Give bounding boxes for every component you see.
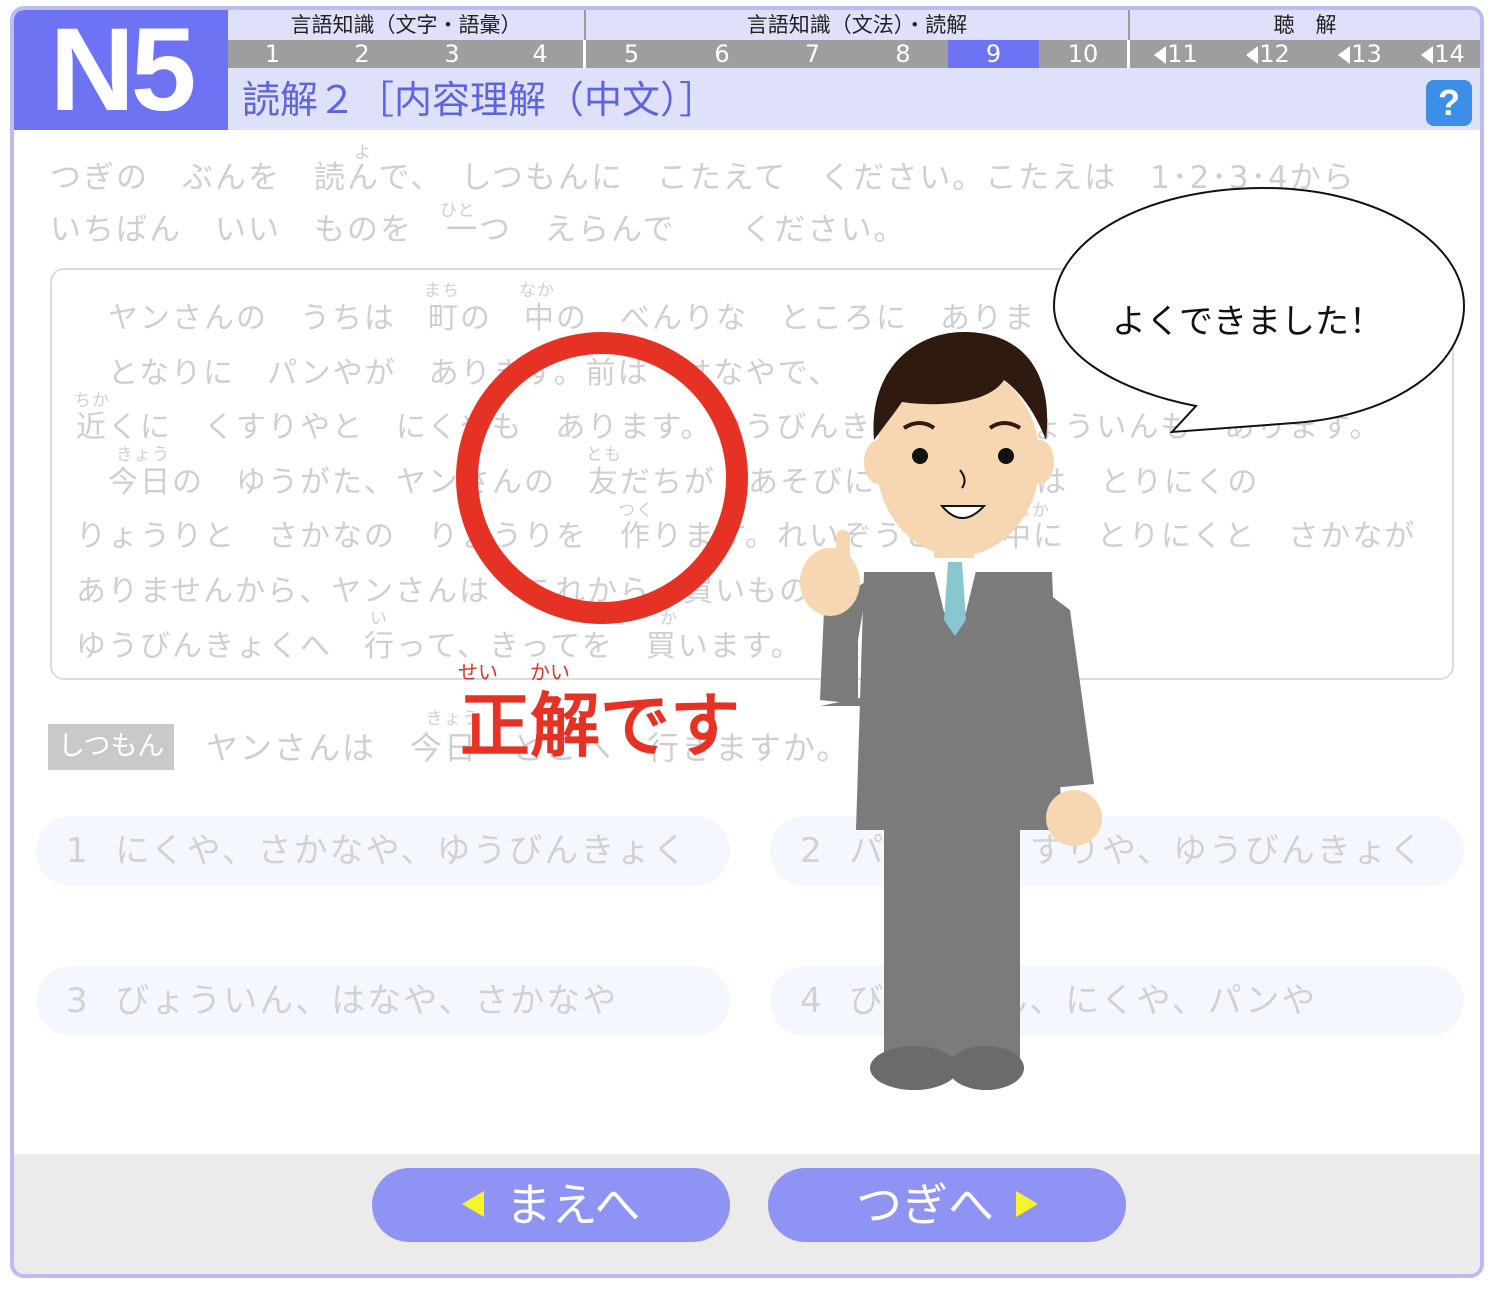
speaker-icon: [1246, 46, 1259, 64]
ruby-kai: かい: [530, 660, 570, 684]
section-tab-4[interactable]: 4: [497, 40, 586, 68]
section-tab-13-label: 13: [1351, 40, 1382, 68]
option-number: 3: [66, 981, 90, 1021]
prev-button[interactable]: まえへ: [372, 1168, 730, 1242]
correct-circle-icon: [456, 332, 748, 624]
arrow-right-icon: [1016, 1191, 1038, 1217]
option-text: にくや、さかなや、ゆうびんきょく: [115, 831, 689, 871]
speaker-icon: [1338, 46, 1351, 64]
option-number: 1: [66, 831, 90, 871]
next-button[interactable]: つぎへ: [768, 1168, 1126, 1242]
section-tab-10[interactable]: 10: [1039, 40, 1130, 68]
ruby-sei: せい: [458, 660, 498, 684]
option-3[interactable]: 3 びょういん、はなや、さかなや: [36, 966, 730, 1036]
passage-line: ありませんから、ヤンさんは これから 買いものに それから、: [76, 573, 1036, 609]
section-tab-2[interactable]: 2: [317, 40, 407, 68]
correct-message: 正解です: [460, 685, 740, 767]
section-tab-11-label: 11: [1167, 40, 1198, 68]
section-tab-8[interactable]: 8: [858, 40, 948, 68]
section-tabs: 1 2 3 4 5 6 7 8 9 10 11 12 13 14: [228, 40, 1480, 68]
arrow-left-icon: [461, 1191, 484, 1217]
category-listening[interactable]: 聴 解: [1130, 10, 1480, 40]
teacher-illustration: [800, 332, 1102, 1090]
section-tab-14-label: 14: [1434, 40, 1465, 68]
category-grammar-reading[interactable]: 言語知識（文法）・読解: [586, 10, 1130, 40]
section-title: 読解２［内容理解（中文）］: [242, 78, 718, 122]
bottom-nav: まえへ つぎへ: [14, 1154, 1480, 1274]
category-row: 言語知識（文字・語彙） 言語知識（文法）・読解 聴 解: [228, 10, 1480, 40]
option-1[interactable]: 1 にくや、さかなや、ゆうびんきょく: [36, 816, 730, 886]
header-bar: 言語知識（文字・語彙） 言語知識（文法）・読解 聴 解 1 2 3 4 5 6 …: [228, 10, 1480, 130]
passage-line: りょうりと さかなの りょうりを 作ります。れいぞうこの 中に とりにくと さか…: [76, 519, 1417, 555]
help-button[interactable]: ?: [1426, 80, 1472, 126]
option-text: びょういん、はなや、さかなや: [115, 981, 619, 1021]
question-label: しつもん: [48, 724, 175, 770]
section-tab-12-label: 12: [1259, 40, 1290, 68]
section-tab-14[interactable]: 14: [1406, 40, 1480, 68]
section-tab-5[interactable]: 5: [586, 40, 677, 68]
section-tab-1[interactable]: 1: [228, 40, 317, 68]
section-tab-7[interactable]: 7: [767, 40, 858, 68]
section-tab-13[interactable]: 13: [1314, 40, 1406, 68]
section-tab-6[interactable]: 6: [677, 40, 767, 68]
speaker-icon: [1154, 46, 1167, 64]
passage-line: ゆうびんきょくへ 行って、きってを 買います。: [76, 628, 803, 664]
section-tab-3[interactable]: 3: [407, 40, 497, 68]
section-tab-11[interactable]: 11: [1130, 40, 1222, 68]
next-label: つぎへ: [856, 1178, 994, 1232]
speech-text: よくできました！: [1112, 302, 1383, 342]
category-vocab[interactable]: 言語知識（文字・語彙）: [228, 10, 586, 40]
passage-line: 今日の ゆうがた、ヤンさんの 友だちが あそびに ヤンさんは とりにくの: [76, 464, 1260, 500]
prev-label: まえへ: [505, 1178, 641, 1232]
speaker-icon: [1421, 46, 1434, 64]
section-tab-9[interactable]: 9: [948, 40, 1039, 68]
level-badge: N5: [14, 10, 228, 130]
quiz-frame: N5 言語知識（文字・語彙） 言語知識（文法）・読解 聴 解 1 2 3 4 5…: [10, 6, 1484, 1278]
section-tab-12[interactable]: 12: [1222, 40, 1314, 68]
